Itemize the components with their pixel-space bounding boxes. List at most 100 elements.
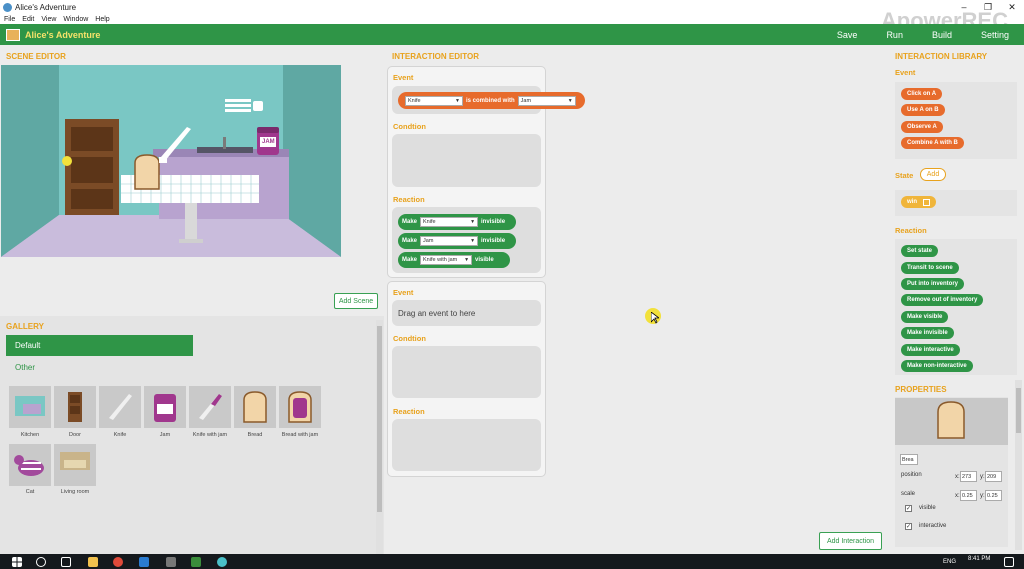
block1-condition-label: Condtion xyxy=(393,122,426,131)
block1-condition-area[interactable] xyxy=(392,134,541,187)
gallery-scroll-thumb[interactable] xyxy=(377,326,382,512)
app-logo-icon xyxy=(6,28,20,41)
scale-x-input[interactable]: 0.25 xyxy=(960,490,977,501)
input-language[interactable]: ENG xyxy=(943,559,956,565)
gallery-category-other[interactable]: Other xyxy=(15,363,35,372)
event-object-b-select[interactable]: Jam ▼ xyxy=(517,95,576,106)
scale-x-label: x: xyxy=(955,493,960,499)
app-icon-3[interactable] xyxy=(217,557,227,567)
event-combine-block[interactable]: Knife ▼ is combined with Jam ▼ xyxy=(398,92,585,109)
chrome-icon[interactable] xyxy=(113,557,123,567)
add-interaction-button[interactable]: Add Interaction xyxy=(819,532,882,550)
library-reaction-make-invisible[interactable]: Make invisible xyxy=(901,327,954,339)
block2-event-drop-area[interactable]: Drag an event to here xyxy=(392,300,541,326)
scene-editor-title: SCENE EDITOR xyxy=(6,52,66,61)
library-reaction-set-state[interactable]: Set state xyxy=(901,245,939,257)
right-panel-scrollbar[interactable] xyxy=(1015,380,1022,550)
gallery-item-living-room[interactable] xyxy=(54,444,96,486)
right-panel-scroll-thumb[interactable] xyxy=(1016,388,1021,433)
interactive-checkbox[interactable]: ✓ xyxy=(905,523,912,530)
menu-edit[interactable]: Edit xyxy=(22,16,34,23)
block2-reaction-area[interactable] xyxy=(392,419,541,471)
library-reaction-make-non-interactive[interactable]: Make non-interactive xyxy=(901,360,973,372)
notification-icon[interactable] xyxy=(1004,557,1014,567)
search-icon[interactable] xyxy=(36,557,46,567)
library-state-label: State xyxy=(895,171,914,180)
reaction-block-1[interactable]: Make Knife ▼ invisible xyxy=(398,214,516,230)
gallery-item-door[interactable] xyxy=(54,386,96,428)
edit-icon[interactable] xyxy=(923,198,930,206)
library-event-click-on-a[interactable]: Click on A xyxy=(901,88,943,100)
scale-label: scale xyxy=(901,491,916,497)
reaction-block-3[interactable]: Make Knife with jam ▼ visible xyxy=(398,252,510,268)
library-event-use-a-on-b[interactable]: Use A on B xyxy=(901,104,945,116)
reaction-object-select[interactable]: Jam ▼ xyxy=(420,236,479,246)
gallery-item-label: Living room xyxy=(60,489,90,495)
block1-event-label: Event xyxy=(393,73,414,82)
toolbar-nav: Save Run Build Setting xyxy=(837,24,1024,45)
app-icon-2[interactable] xyxy=(191,557,201,567)
object-name-input[interactable]: Brea xyxy=(900,454,918,465)
menu-window[interactable]: Window xyxy=(63,16,88,23)
add-scene-button[interactable]: Add Scene xyxy=(334,293,378,309)
window-title-bar: Alice's Adventure xyxy=(0,0,1024,14)
menu-view[interactable]: View xyxy=(41,16,56,23)
visible-checkbox[interactable]: ✓ xyxy=(905,505,912,512)
scale-y-input[interactable]: 0.25 xyxy=(985,490,1002,501)
build-button[interactable]: Build xyxy=(932,30,952,40)
block1-reaction-label: Reaction xyxy=(393,195,425,204)
gallery-scrollbar[interactable] xyxy=(376,320,383,554)
gallery-item-label: Jam xyxy=(159,432,171,438)
menu-file[interactable]: File xyxy=(4,16,15,23)
bread-with-jam-icon xyxy=(288,391,312,423)
library-event-combine-a-with-b[interactable]: Combine A with B xyxy=(901,137,964,149)
chevron-down-icon: ▼ xyxy=(464,257,470,263)
gallery-item-label: Cat xyxy=(25,489,35,495)
library-event-observe-a[interactable]: Observe A xyxy=(901,121,943,133)
gallery-item-knife-with-jam[interactable] xyxy=(189,386,231,428)
position-y-label: y: xyxy=(980,474,985,480)
kitchen-scene-icon xyxy=(1,65,341,257)
reaction-block-2[interactable]: Make Jam ▼ invisible xyxy=(398,233,516,249)
setting-button[interactable]: Setting xyxy=(981,30,1009,40)
gallery-item-bread-with-jam[interactable] xyxy=(279,386,321,428)
reaction-object-select[interactable]: Knife with jam ▼ xyxy=(420,255,473,265)
block2-condition-area[interactable] xyxy=(392,346,541,398)
maps-icon[interactable] xyxy=(139,557,149,567)
library-reaction-make-visible[interactable]: Make visible xyxy=(901,311,949,323)
gallery-item-jam[interactable] xyxy=(144,386,186,428)
gallery-category-default[interactable]: Default xyxy=(6,335,193,356)
library-event-label: Event xyxy=(895,68,916,77)
task-view-icon[interactable] xyxy=(61,557,71,567)
windows-start-icon[interactable] xyxy=(12,557,22,567)
position-y-input[interactable]: 209 xyxy=(985,471,1002,482)
state-add-button[interactable]: Add xyxy=(920,168,946,181)
living-room-icon xyxy=(60,452,90,470)
gallery-item-knife[interactable] xyxy=(99,386,141,428)
scene-canvas[interactable]: JAM xyxy=(1,65,341,257)
event-object-a-select[interactable]: Knife ▼ xyxy=(405,95,463,106)
library-reaction-make-interactive[interactable]: Make interactive xyxy=(901,344,960,356)
reaction-object-select[interactable]: Knife ▼ xyxy=(420,217,479,227)
kitchen-icon xyxy=(15,396,45,416)
app-icon-1[interactable] xyxy=(166,557,176,567)
run-button[interactable]: Run xyxy=(886,30,903,40)
position-x-input[interactable]: 273 xyxy=(960,471,977,482)
gallery-item-cat[interactable] xyxy=(9,444,51,486)
gallery-item-bread[interactable] xyxy=(234,386,276,428)
menu-help[interactable]: Help xyxy=(95,16,109,23)
file-explorer-icon[interactable] xyxy=(88,557,98,567)
save-button[interactable]: Save xyxy=(837,30,858,40)
library-reaction-remove-out-of-inventory[interactable]: Remove out of inventory xyxy=(901,294,984,306)
visible-label: visible xyxy=(919,505,936,511)
chevron-down-icon: ▼ xyxy=(567,97,573,104)
os-taskbar xyxy=(0,554,1024,569)
properties-preview xyxy=(895,398,1008,445)
library-reaction-put-into-inventory[interactable]: Put into inventory xyxy=(901,278,964,290)
clock-time[interactable]: 8:41 PM xyxy=(968,556,990,562)
library-reaction-transit-to-scene[interactable]: Transit to scene xyxy=(901,262,959,274)
properties-title: PROPERTIES xyxy=(895,385,947,394)
gallery-item-kitchen[interactable] xyxy=(9,386,51,428)
jam-icon xyxy=(154,394,176,422)
state-win-chip[interactable]: win xyxy=(901,196,936,208)
